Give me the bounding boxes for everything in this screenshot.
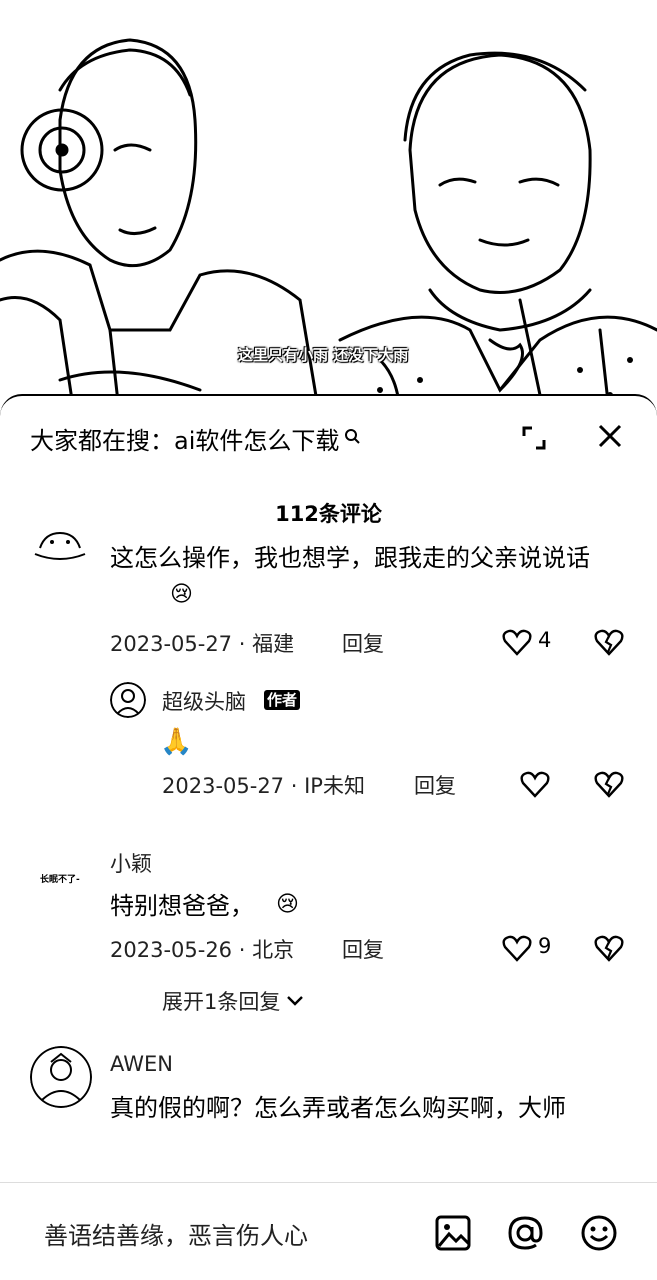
reply-date: 2023-05-27: [162, 774, 285, 798]
avatar[interactable]: [30, 1046, 92, 1108]
heart-icon[interactable]: [502, 628, 532, 656]
like-count: 9: [538, 934, 552, 958]
comment-text: 真的假的啊？怎么弄或者怎么购买啊，大师: [110, 1094, 566, 1122]
comment-text: 这怎么操作，我也想学，跟我走的父亲说说话: [110, 544, 590, 572]
comment-location: 福建: [252, 632, 295, 656]
author-badge: 作者: [264, 690, 301, 710]
broken-heart-icon[interactable]: [594, 934, 624, 962]
reply-button[interactable]: 回复: [342, 934, 384, 964]
like-count: 4: [538, 628, 552, 652]
meta-separator: ·: [238, 632, 253, 656]
comment-count: 112条评论: [275, 502, 382, 526]
expand-replies-label: 展开1条回复: [162, 990, 281, 1014]
search-suggestion[interactable]: 大家都在搜： ai软件怎么下载: [30, 420, 361, 456]
comment-date: 2023-05-27: [110, 632, 233, 656]
video-player[interactable]: 这里只有小雨 还没下大雨: [0, 0, 657, 420]
chevron-down-icon: [287, 996, 304, 1006]
meta-separator: ·: [290, 774, 305, 798]
meta-separator: ·: [238, 938, 253, 962]
reply-button[interactable]: 回复: [342, 628, 384, 658]
comment-input-bar: 善语结善缘，恶言伤人心: [0, 1190, 657, 1280]
avatar[interactable]: [110, 682, 146, 718]
reply-text: 🙏: [160, 727, 193, 757]
comment-input[interactable]: 善语结善缘，恶言伤人心: [44, 1216, 308, 1251]
emoji-icon[interactable]: [580, 1214, 618, 1252]
comment-meta: 2023-05-26 · 北京: [110, 934, 294, 964]
at-icon[interactable]: [506, 1214, 544, 1252]
divider: [0, 1182, 657, 1183]
comment-text: 特别想爸爸，: [110, 892, 254, 920]
heart-icon[interactable]: [502, 934, 532, 962]
comment-meta: 2023-05-27 · 福建: [110, 628, 294, 658]
emoji-icon: 😢: [170, 582, 193, 607]
reply-button[interactable]: 回复: [414, 770, 456, 800]
comment-author-name[interactable]: AWEN: [110, 1052, 173, 1076]
search-suggestion-label: 大家都在搜：: [30, 426, 174, 455]
comment-date: 2023-05-26: [110, 938, 233, 962]
search-suggestion-query[interactable]: ai软件怎么下载: [174, 421, 339, 456]
comment-location: 北京: [252, 938, 295, 962]
search-icon: [345, 429, 361, 444]
reply-meta: 2023-05-27 · IP未知: [162, 770, 365, 800]
comment-author-name[interactable]: 小颖: [110, 848, 152, 878]
heart-icon[interactable]: [520, 770, 550, 798]
image-icon[interactable]: [434, 1214, 472, 1252]
avatar-caption[interactable]: 长眠不了-: [40, 872, 80, 885]
comment-list[interactable]: 这怎么操作，我也想学，跟我走的父亲说说话 😢 2023-05-27 · 福建 回…: [0, 526, 657, 1182]
video-subtitle: 这里只有小雨 还没下大雨: [238, 346, 409, 364]
reply-author-name[interactable]: 超级头脑: [162, 686, 246, 716]
broken-heart-icon[interactable]: [594, 628, 624, 656]
expand-replies-button[interactable]: 展开1条回复: [162, 986, 304, 1016]
close-icon[interactable]: [594, 420, 626, 452]
reply-location: IP未知: [304, 774, 365, 798]
avatar[interactable]: [30, 526, 90, 568]
emoji-icon: 😢: [276, 892, 299, 917]
app-screen: 这里只有小雨 还没下大雨 大家都在搜： ai软件怎么下载 112条评论 这怎么操…: [0, 0, 657, 1280]
broken-heart-icon[interactable]: [594, 770, 624, 798]
expand-icon[interactable]: [518, 422, 550, 454]
comment-sheet: 大家都在搜： ai软件怎么下载 112条评论 这怎么操作，我也想学，跟我走的父亲…: [0, 394, 657, 1280]
